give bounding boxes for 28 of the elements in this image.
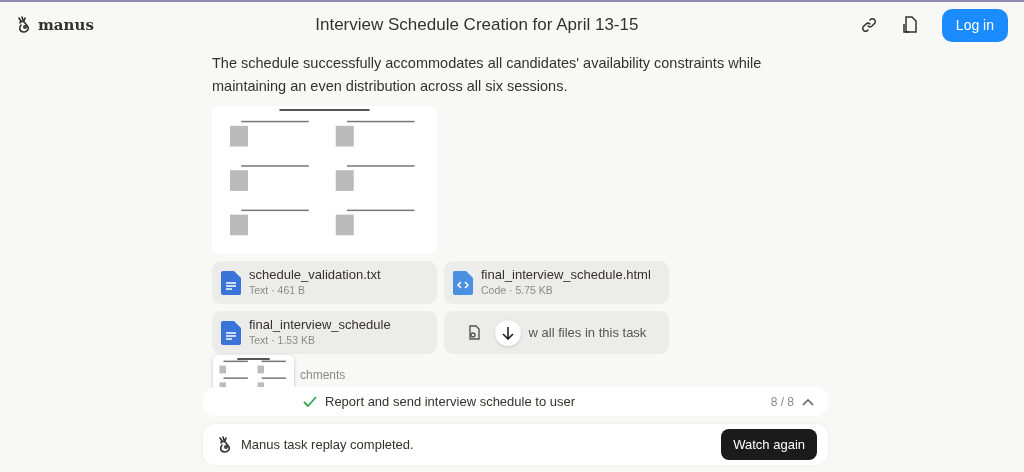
text-file-icon <box>221 320 241 345</box>
file-meta: Text · 461 B <box>249 282 307 298</box>
text-file-icon <box>221 270 241 295</box>
page-title: Interview Schedule Creation for April 13-15 <box>314 14 640 37</box>
file-card[interactable]: final_interview_schedule.html Code · 5.75 KB <box>444 261 669 304</box>
link-icon[interactable] <box>859 16 878 34</box>
chevron-icon[interactable] <box>802 397 814 406</box>
file-card[interactable]: schedule_validation.txt Text · 461 B <box>212 261 437 304</box>
brand-name: manus <box>38 14 94 36</box>
replay-message: Manus task replay completed. <box>241 435 415 454</box>
file-card[interactable]: final_interview_schedule Text · 1.53 KB <box>212 311 437 354</box>
file-name: schedule_validation.txt <box>249 266 381 283</box>
watch-again-button[interactable]: Watch again <box>721 428 817 461</box>
message-text: The schedule successfully accommodates all candidates' availability constraints while maintaining an even distribution across all six sessions. <box>212 54 763 96</box>
view-all-files-card[interactable]: w all files in this task <box>444 311 669 354</box>
step-count: 8 / 8 <box>770 393 794 411</box>
file-icon[interactable] <box>901 16 918 34</box>
attachments-label: chments <box>300 367 347 384</box>
files-icon <box>466 324 481 341</box>
scroll-down-button[interactable] <box>494 319 521 346</box>
down-arrow-icon <box>501 325 514 340</box>
file-name: final_interview_schedule <box>249 316 391 333</box>
file-meta: Code · 5.75 KB <box>481 282 554 298</box>
file-meta: Text · 1.53 KB <box>249 332 316 348</box>
code-file-icon <box>453 270 473 295</box>
file-name: final_interview_schedule.html <box>481 266 651 283</box>
step-text: Report and send interview schedule to user <box>325 392 577 411</box>
view-all-text: w all files in this task <box>528 323 647 342</box>
